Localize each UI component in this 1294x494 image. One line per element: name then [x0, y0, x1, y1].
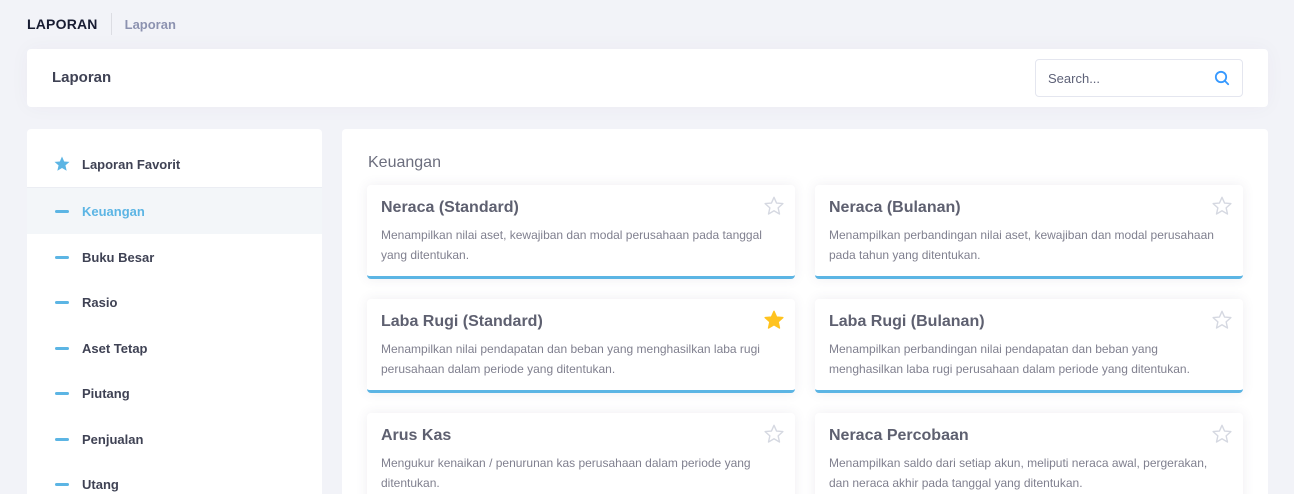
- sidebar-item-penjualan[interactable]: Penjualan: [27, 416, 322, 462]
- breadcrumb[interactable]: Laporan: [125, 17, 176, 32]
- sidebar-item-piutang[interactable]: Piutang: [27, 370, 322, 416]
- star-icon[interactable]: [763, 423, 785, 445]
- report-card-desc: Menampilkan saldo dari setiap akun, meli…: [829, 456, 1208, 490]
- subheader: LAPORAN Laporan: [27, 12, 176, 36]
- report-card-neraca-percobaan[interactable]: Neraca Percobaan Menampilkan saldo dari …: [815, 413, 1243, 494]
- sidebar-item-label: Piutang: [82, 385, 130, 401]
- sidebar-item-keuangan[interactable]: Keuangan: [27, 188, 322, 234]
- sidebar-item-utang[interactable]: Utang: [27, 461, 322, 494]
- report-card-title: Neraca Percobaan: [829, 427, 969, 444]
- star-icon[interactable]: [1211, 195, 1233, 217]
- section-title: Keuangan: [368, 154, 441, 171]
- report-card-title: Neraca (Standard): [381, 199, 519, 216]
- subheader-divider: [110, 13, 112, 35]
- report-card-arus-kas[interactable]: Arus Kas Mengukur kenaikan / penurunan k…: [367, 413, 795, 494]
- dash-icon: [54, 255, 69, 259]
- star-icon: [54, 156, 69, 171]
- star-icon[interactable]: [1211, 309, 1233, 331]
- dash-icon: [54, 300, 69, 304]
- sidebar-item-label: Utang: [82, 476, 119, 492]
- report-card-desc: Menampilkan nilai pendapatan dan beban y…: [381, 342, 760, 376]
- report-card-desc: Mengukur kenaikan / penurunan kas perusa…: [381, 456, 751, 490]
- dash-icon: [54, 346, 69, 350]
- sidebar: Laporan Favorit Keuangan Buku Besar Rasi…: [27, 129, 322, 494]
- report-panel: Keuangan Neraca (Standard) Menampilkan n…: [342, 129, 1268, 494]
- star-icon[interactable]: [763, 195, 785, 217]
- page-title: LAPORAN: [27, 16, 98, 32]
- sidebar-item-label: Aset Tetap: [82, 340, 148, 356]
- report-card-neraca-standard[interactable]: Neraca (Standard) Menampilkan nilai aset…: [367, 185, 795, 279]
- header-card: Laporan: [27, 49, 1268, 107]
- sidebar-item-aset-tetap[interactable]: Aset Tetap: [27, 325, 322, 371]
- star-icon[interactable]: [1211, 423, 1233, 445]
- header-title: Laporan: [52, 69, 112, 86]
- report-card-title: Laba Rugi (Standard): [381, 313, 543, 330]
- sidebar-item-rasio[interactable]: Rasio: [27, 279, 322, 325]
- report-card-title: Neraca (Bulanan): [829, 199, 961, 216]
- star-icon[interactable]: [763, 309, 785, 331]
- sidebar-item-label: Rasio: [82, 294, 118, 310]
- report-card-neraca-bulanan[interactable]: Neraca (Bulanan) Menampilkan perbandinga…: [815, 185, 1243, 279]
- sidebar-item-label: Buku Besar: [82, 249, 155, 265]
- dash-icon: [54, 482, 69, 486]
- sidebar-item-favorite[interactable]: Laporan Favorit: [27, 141, 322, 188]
- search-input[interactable]: [1048, 60, 1208, 96]
- sidebar-item-buku-besar[interactable]: Buku Besar: [27, 234, 322, 280]
- report-card-title: Laba Rugi (Bulanan): [829, 313, 985, 330]
- report-card-laba-rugi-standard[interactable]: Laba Rugi (Standard) Menampilkan nilai p…: [367, 299, 795, 393]
- dash-icon: [54, 391, 69, 395]
- report-card-desc: Menampilkan perbandingan nilai pendapata…: [829, 342, 1190, 376]
- sidebar-item-label: Laporan Favorit: [82, 156, 181, 172]
- sidebar-item-label: Penjualan: [82, 431, 144, 447]
- dash-icon: [54, 437, 69, 441]
- report-card-desc: Menampilkan perbandingan nilai aset, kew…: [829, 228, 1214, 262]
- dash-icon: [54, 209, 69, 213]
- report-card-title: Arus Kas: [381, 427, 452, 444]
- report-card-laba-rugi-bulanan[interactable]: Laba Rugi (Bulanan) Menampilkan perbandi…: [815, 299, 1243, 393]
- search-icon[interactable]: [1214, 70, 1230, 86]
- search-box[interactable]: [1035, 59, 1243, 97]
- sidebar-item-label: Keuangan: [82, 203, 145, 219]
- report-card-desc: Menampilkan nilai aset, kewajiban dan mo…: [381, 228, 762, 262]
